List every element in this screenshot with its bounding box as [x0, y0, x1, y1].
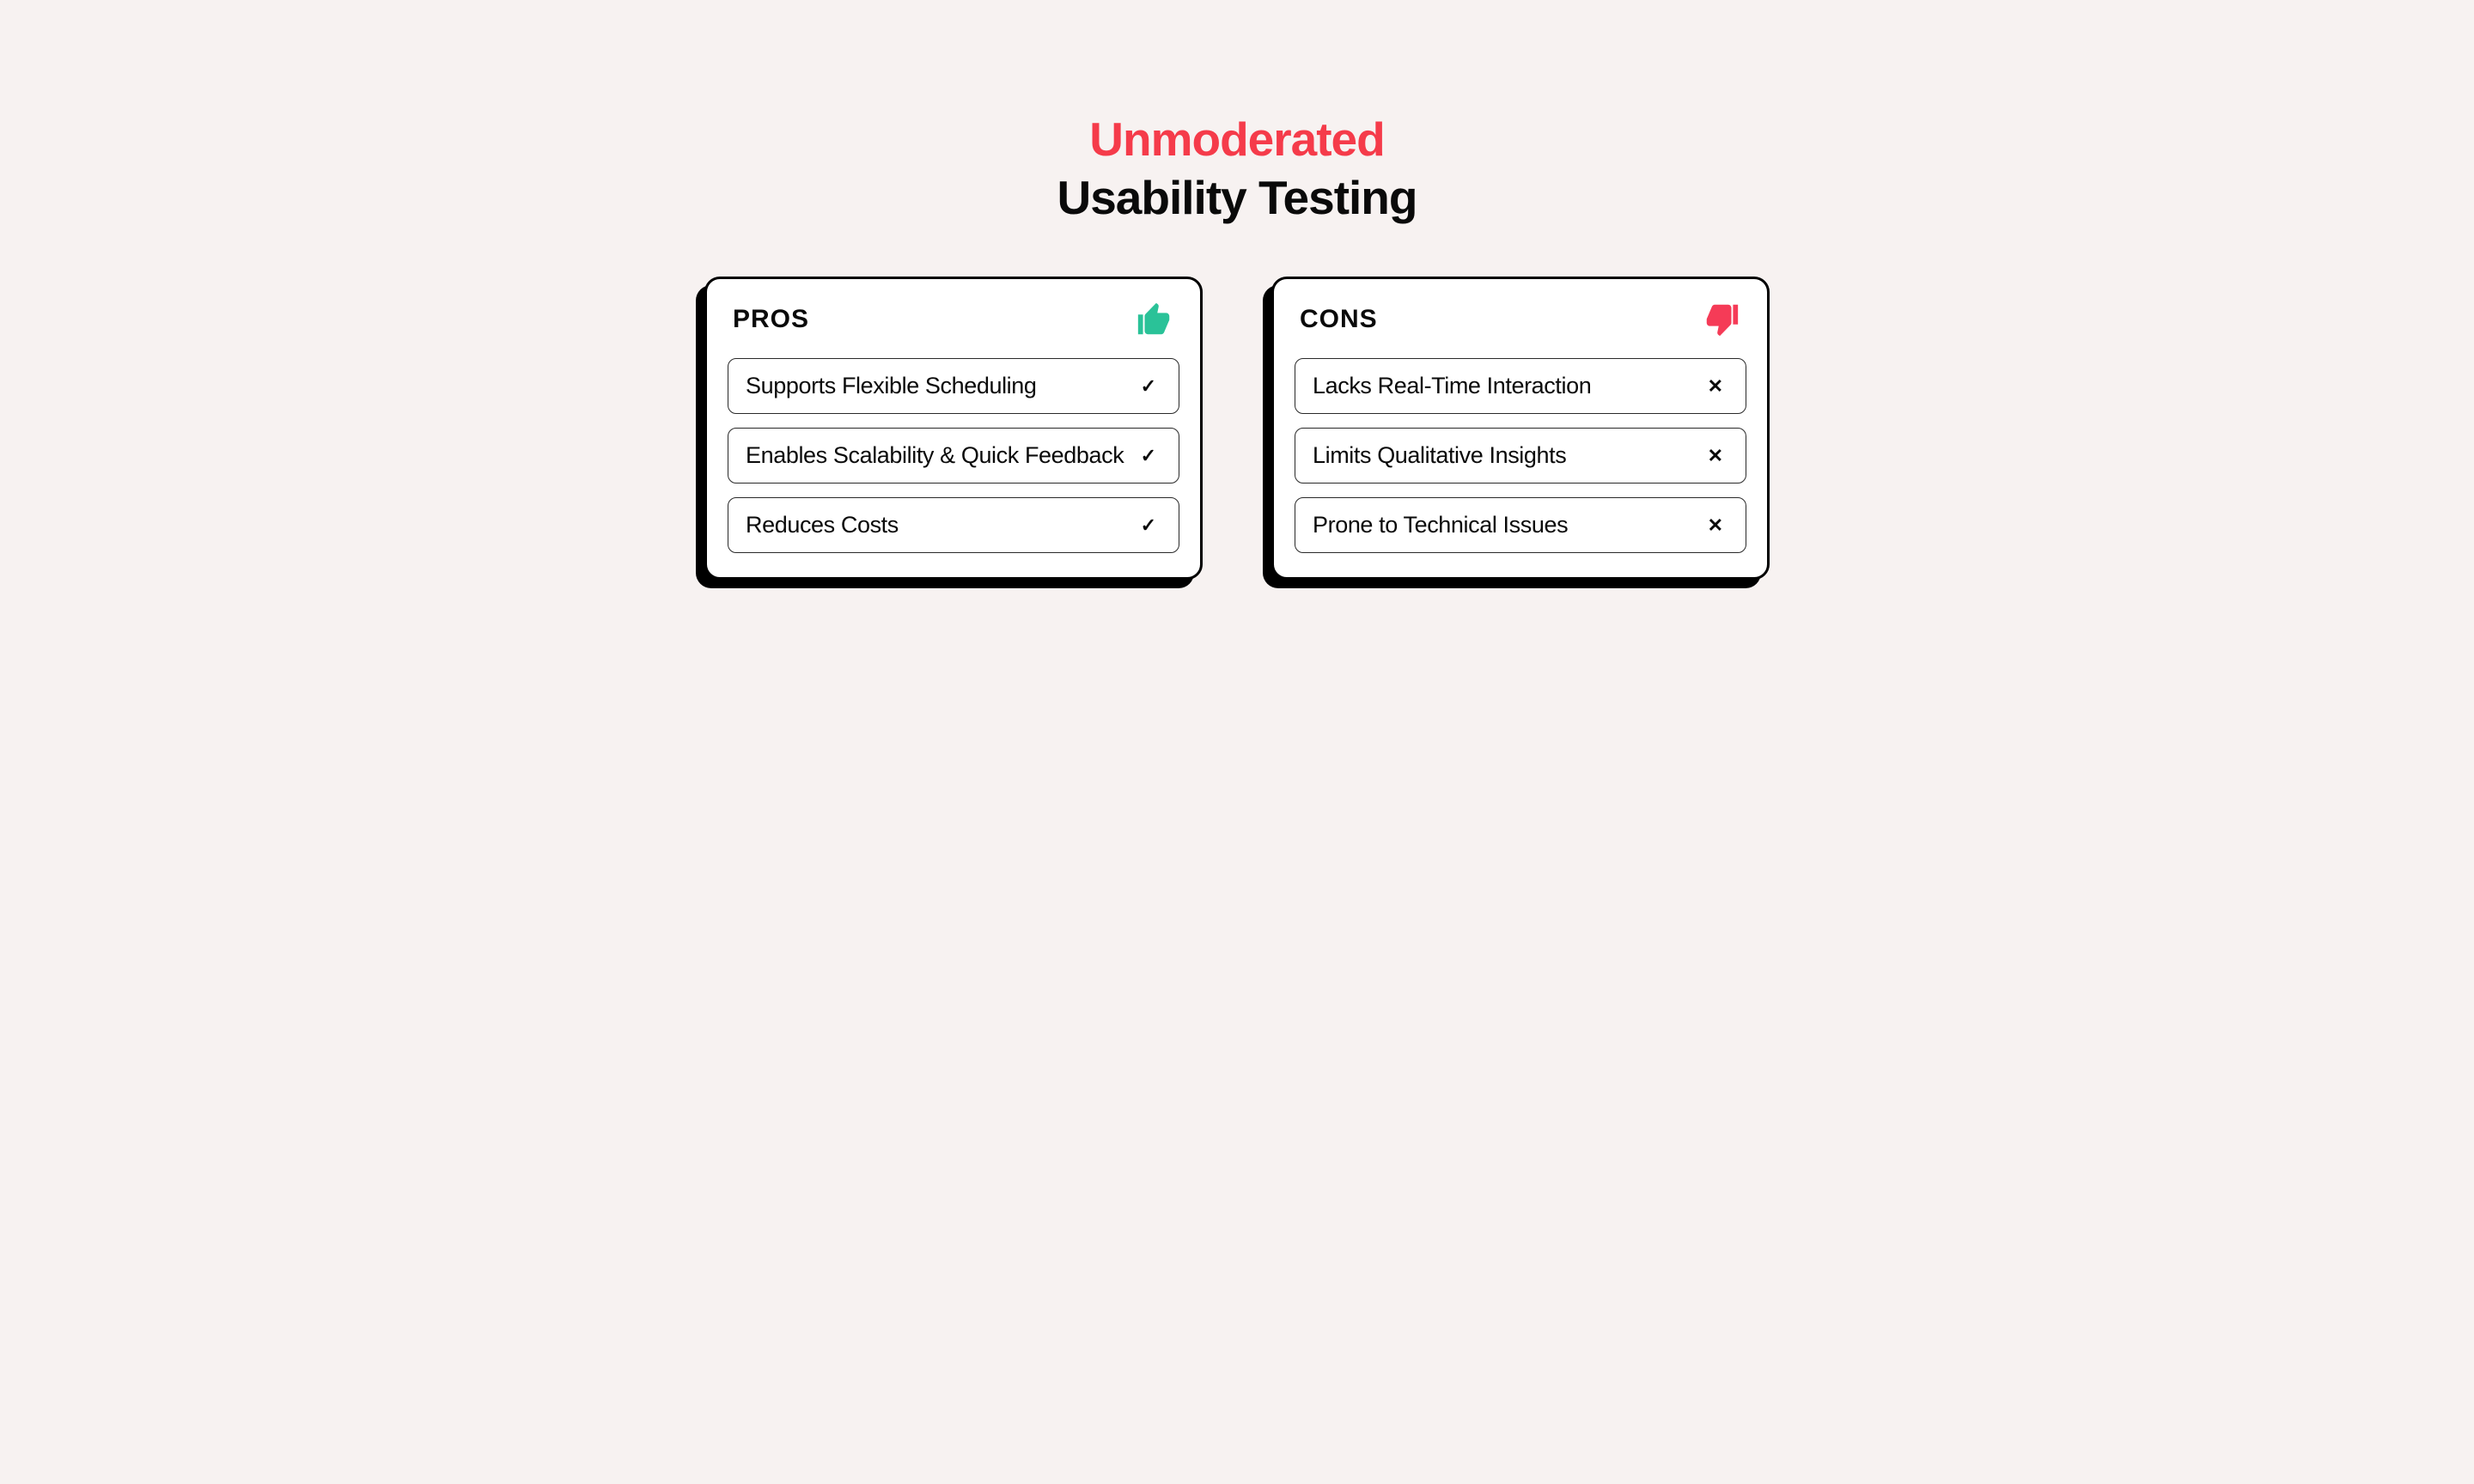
pros-heading: PROS	[733, 305, 809, 334]
pros-card-header: PROS	[728, 300, 1179, 339]
check-icon: ✓	[1141, 514, 1161, 537]
cons-item-text: Lacks Real-Time Interaction	[1313, 373, 1591, 399]
cons-item-text: Limits Qualitative Insights	[1313, 442, 1566, 469]
pros-card: PROS Supports Flexible Scheduling ✓ Enab…	[704, 277, 1203, 580]
cons-item: Lacks Real-Time Interaction ✕	[1295, 358, 1746, 414]
cons-card: CONS Lacks Real-Time Interaction ✕ Limit…	[1271, 277, 1770, 580]
pros-item-text: Reduces Costs	[746, 512, 899, 538]
title-bottom: Usability Testing	[1057, 170, 1417, 225]
cross-icon: ✕	[1708, 445, 1728, 467]
pros-item: Supports Flexible Scheduling ✓	[728, 358, 1179, 414]
pros-item: Reduces Costs ✓	[728, 497, 1179, 553]
cross-icon: ✕	[1708, 375, 1728, 398]
pros-item: Enables Scalability & Quick Feedback ✓	[728, 428, 1179, 484]
pros-item-text: Supports Flexible Scheduling	[746, 373, 1037, 399]
title-top: Unmoderated	[1057, 112, 1417, 167]
cons-item: Limits Qualitative Insights ✕	[1295, 428, 1746, 484]
cons-item: Prone to Technical Issues ✕	[1295, 497, 1746, 553]
pros-item-text: Enables Scalability & Quick Feedback	[746, 442, 1124, 469]
cons-card-header: CONS	[1295, 300, 1746, 339]
cons-item-text: Prone to Technical Issues	[1313, 512, 1568, 538]
slide-title: Unmoderated Usability Testing	[1057, 112, 1417, 225]
thumbs-down-icon	[1702, 300, 1741, 339]
check-icon: ✓	[1141, 375, 1161, 398]
check-icon: ✓	[1141, 445, 1161, 467]
slide-container: Unmoderated Usability Testing PROS Suppo…	[636, 86, 1838, 580]
cross-icon: ✕	[1708, 514, 1728, 537]
cards-row: PROS Supports Flexible Scheduling ✓ Enab…	[636, 277, 1838, 580]
cons-heading: CONS	[1300, 305, 1378, 334]
thumbs-up-icon	[1135, 300, 1174, 339]
